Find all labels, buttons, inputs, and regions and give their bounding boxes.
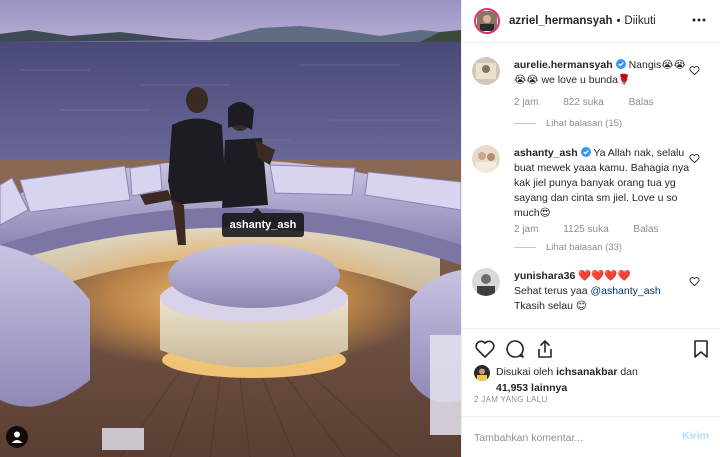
liker-avatar[interactable] — [474, 365, 490, 381]
share-upload-icon[interactable] — [534, 338, 556, 360]
comment-time[interactable]: 2 jam — [514, 224, 538, 235]
add-comment-bar: Kirim — [462, 416, 720, 457]
view-replies[interactable]: Lihat balasan (15) — [514, 118, 622, 129]
comment-likes[interactable]: 1125 suka — [563, 224, 608, 235]
commenter-avatar[interactable] — [472, 268, 500, 296]
like-heart-icon[interactable] — [474, 338, 496, 360]
verified-badge-icon — [615, 59, 626, 69]
bookmark-icon[interactable] — [690, 338, 712, 360]
comment-author[interactable]: yunishara36 — [514, 270, 575, 282]
reply-button[interactable]: Balas — [629, 97, 654, 108]
likes-summary: Disukai oleh ichsanakbar dan 41,953 lain… — [474, 364, 714, 398]
comment-item: aurelie.hermansyah Nangis😭😭😭😭 we love u … — [472, 57, 712, 147]
comment-body: aurelie.hermansyah Nangis😭😭😭😭 we love u … — [514, 58, 690, 88]
commenter-avatar[interactable] — [472, 145, 500, 173]
comment-text-end: Tkasih selau 😊 — [514, 300, 587, 312]
view-replies-label[interactable]: Lihat balasan (33) — [546, 242, 622, 253]
comment-like-icon[interactable] — [689, 65, 700, 76]
comment-meta: 2 jam 1125 suka Balas — [514, 224, 680, 235]
author-avatar[interactable] — [474, 8, 500, 34]
comment-author[interactable]: ashanty_ash — [514, 147, 578, 159]
more-options-icon[interactable] — [691, 12, 707, 28]
replies-divider — [514, 123, 536, 124]
reply-button[interactable]: Balas — [633, 224, 658, 235]
author-username[interactable]: azriel_hermansyah — [509, 15, 613, 27]
photo-user-tag[interactable]: ashanty_ash — [222, 208, 304, 237]
comment-body: yunishara36 ❤️❤️❤️❤️ Sehat terus yaa @as… — [514, 269, 690, 314]
view-replies-label[interactable]: Lihat balasan (15) — [546, 118, 622, 129]
comment-hearts: ❤️❤️❤️❤️ — [578, 270, 631, 282]
post-actions — [462, 328, 720, 364]
comment-text: Sehat terus yaa — [514, 285, 591, 297]
comment-item: ashanty_ash Ya Allah nak, selalu buat me… — [472, 145, 712, 260]
tagged-users-icon[interactable] — [6, 426, 28, 448]
post-comment-button[interactable]: Kirim — [682, 430, 709, 442]
follow-button[interactable]: Diikuti — [624, 15, 655, 27]
comment-body: ashanty_ash Ya Allah nak, selalu buat me… — [514, 146, 690, 221]
comment-time[interactable]: 2 jam — [514, 97, 538, 108]
comment-input[interactable] — [474, 428, 664, 448]
post-timestamp[interactable]: 2 JAM YANG LALU — [474, 395, 548, 404]
liker-username[interactable]: ichsanakbar — [556, 366, 617, 378]
header-separator: • — [616, 15, 621, 27]
likes-suffix[interactable]: lainnya — [528, 382, 567, 394]
post-photo[interactable]: ashanty_ash — [0, 0, 461, 457]
comment-like-icon[interactable] — [689, 276, 700, 287]
comment-bubble-icon[interactable] — [504, 338, 526, 360]
likes-middle: dan — [617, 366, 638, 378]
comment-likes[interactable]: 822 suka — [563, 97, 604, 108]
post-side-panel: azriel_hermansyah • Diikuti aurelie.herm… — [461, 0, 720, 457]
replies-divider — [514, 247, 536, 248]
verified-badge-icon — [580, 147, 591, 157]
comment-item: yunishara36 ❤️❤️❤️❤️ Sehat terus yaa @as… — [472, 268, 712, 328]
view-replies[interactable]: Lihat balasan (33) — [514, 242, 622, 253]
comment-meta: 2 jam 822 suka Balas — [514, 97, 676, 108]
comment-like-icon[interactable] — [689, 153, 700, 164]
likes-prefix: Disukai oleh — [496, 366, 557, 378]
commenter-avatar[interactable] — [472, 57, 500, 85]
post-header: azriel_hermansyah • Diikuti — [462, 0, 720, 43]
comment-author[interactable]: aurelie.hermansyah — [514, 59, 613, 71]
comments-list[interactable]: aurelie.hermansyah Nangis😭😭😭😭 we love u … — [462, 44, 720, 328]
comment-mention[interactable]: @ashanty_ash — [590, 285, 660, 297]
likes-count[interactable]: 41,953 — [496, 382, 528, 394]
